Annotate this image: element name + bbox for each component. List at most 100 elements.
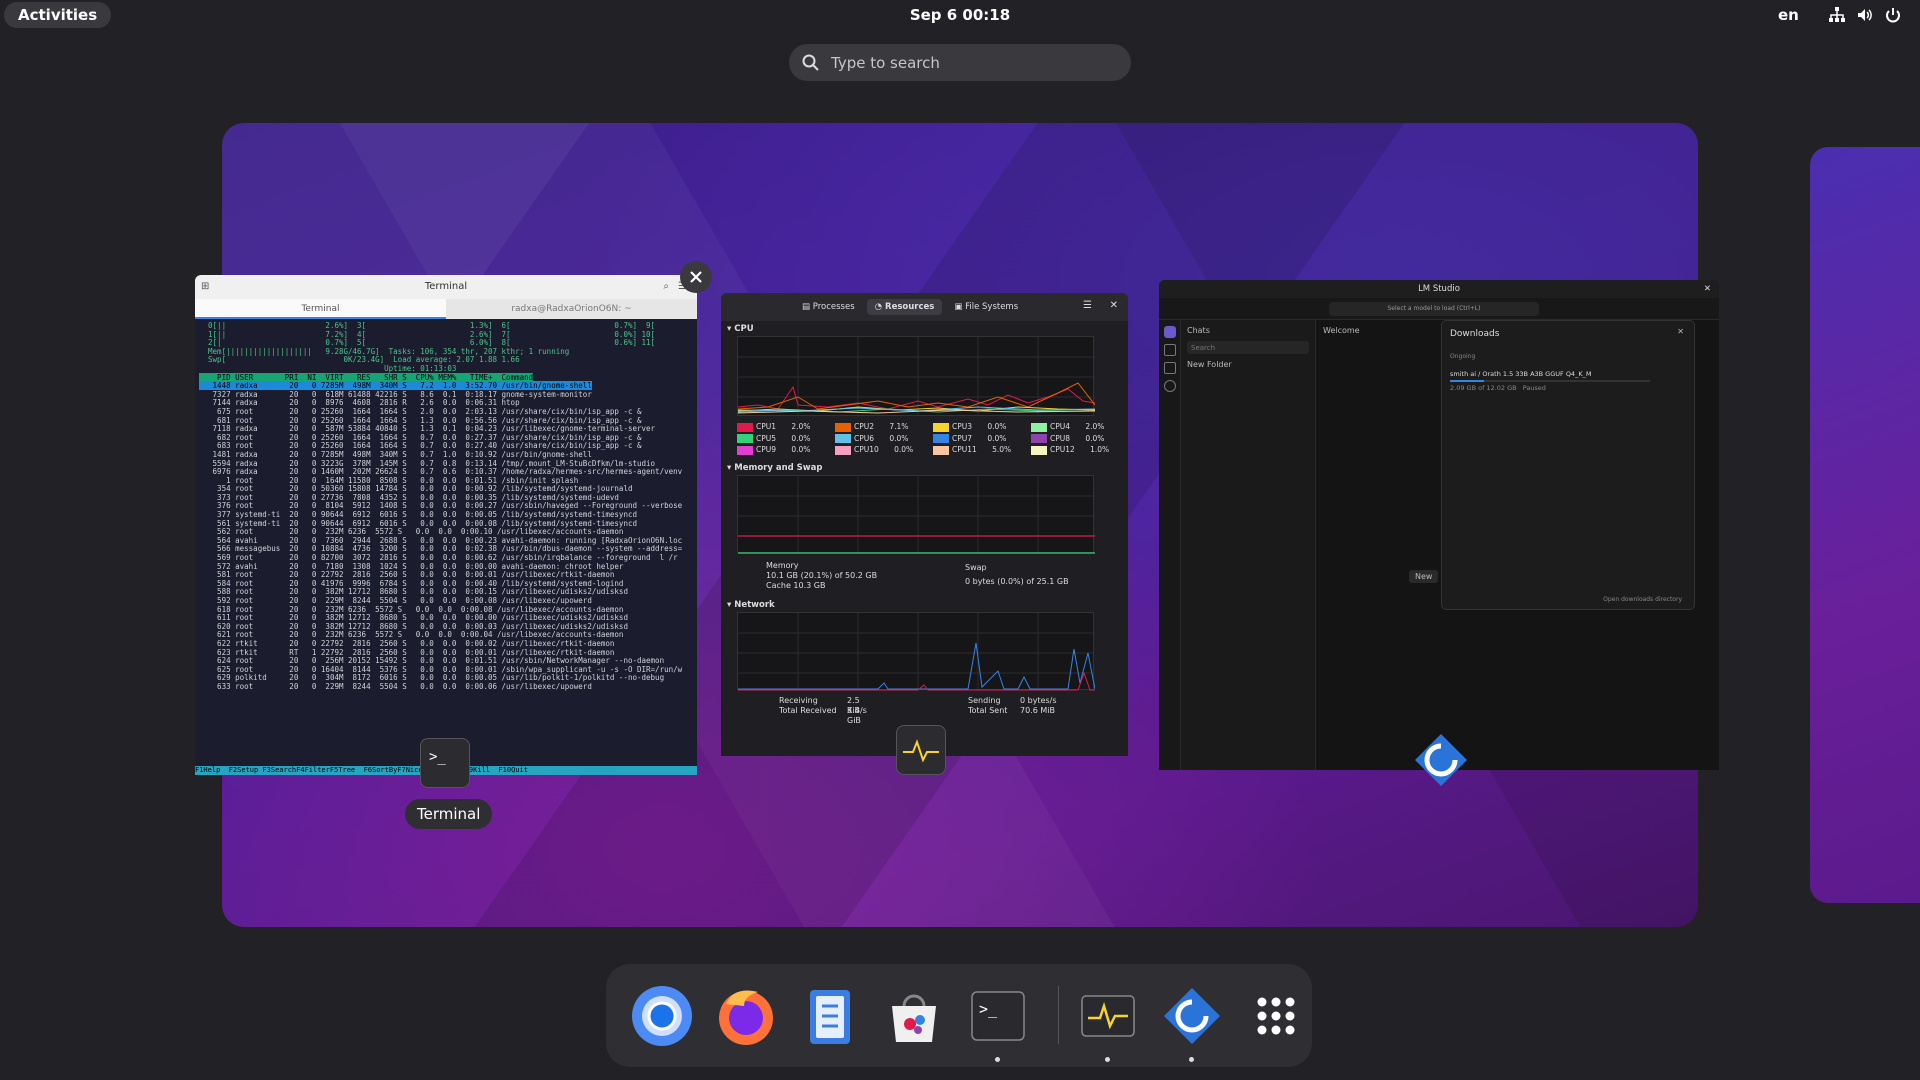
cpu-legend-item[interactable]: CPU6 0.0% bbox=[835, 434, 933, 443]
open-downloads-directory[interactable]: Open downloads directory bbox=[1603, 596, 1682, 603]
memory-section-header[interactable]: ▾ Memory and Swap bbox=[721, 463, 1128, 473]
dock-terminal[interactable]: >_ bbox=[962, 980, 1034, 1062]
dock-lm-studio[interactable] bbox=[1156, 980, 1228, 1062]
cpu-legend-item[interactable]: CPU3 0.0% bbox=[933, 422, 1031, 432]
close-icon bbox=[690, 271, 702, 283]
tab-resources[interactable]: ◔ Resources bbox=[866, 299, 943, 315]
discover-icon[interactable] bbox=[1164, 380, 1176, 392]
network-legend: Receiving 2.5 KiB/s Total Received 3.4 GiB… bbox=[721, 696, 1128, 726]
models-icon[interactable] bbox=[1164, 362, 1176, 374]
downloads-title: Downloads bbox=[1450, 329, 1500, 339]
download-status: Paused bbox=[1522, 384, 1546, 392]
tab-radxa[interactable]: radxa@RadxaOrionO6N: ~ bbox=[446, 299, 697, 319]
system-monitor-app-badge bbox=[896, 725, 946, 775]
volume-icon bbox=[1858, 9, 1872, 21]
tab-terminal[interactable]: Terminal bbox=[195, 299, 446, 319]
activities-button[interactable]: Activities bbox=[4, 2, 112, 28]
lm-studio-toolbar: Select a model to load (Ctrl+L) bbox=[1159, 298, 1719, 320]
cpu-legend-item[interactable]: CPU10 0.0% bbox=[835, 445, 933, 455]
model-selector[interactable]: Select a model to load (Ctrl+L) bbox=[1329, 302, 1539, 316]
dock-system-monitor[interactable] bbox=[1072, 980, 1144, 1062]
welcome-label: Welcome bbox=[1323, 326, 1360, 335]
menu-icon[interactable]: ☰ bbox=[1083, 300, 1092, 311]
receiving-legend[interactable]: Receiving 2.5 KiB/s Total Received 3.4 GiB bbox=[779, 696, 867, 725]
dash-dock: >_ bbox=[606, 964, 1312, 1067]
developer-icon[interactable] bbox=[1164, 344, 1176, 356]
clock-container: Sep 6 00:18 bbox=[0, 0, 1920, 30]
close-icon[interactable]: ✕ bbox=[1110, 300, 1118, 311]
search-icon[interactable]: ⌕ bbox=[663, 275, 669, 299]
dock-files[interactable] bbox=[794, 980, 866, 1052]
chats-panel: Chats New Folder bbox=[1181, 320, 1316, 770]
terminal-title: Terminal bbox=[424, 281, 468, 292]
top-bar: Activities Sep 6 00:18 en bbox=[0, 0, 1920, 30]
terminal-tabs: Terminal radxa@RadxaOrionO6N: ~ bbox=[195, 299, 697, 319]
system-monitor-window[interactable]: ▤ Processes ◔ Resources ▣ File Systems ☰… bbox=[721, 293, 1128, 756]
cpu-legend: CPU1 2.0% CPU2 7.1% CPU3 0.0% CPU4 2.0% … bbox=[737, 422, 1128, 455]
new-chat-button[interactable]: New bbox=[1409, 570, 1439, 583]
lm-studio-window[interactable]: LM Studio ✕ Select a model to load (Ctrl+… bbox=[1159, 280, 1719, 770]
app-grid-icon bbox=[1257, 997, 1295, 1035]
terminal-titlebar[interactable]: ⊞ Terminal ⌕ ☰ bbox=[195, 275, 697, 299]
cpu-legend-item[interactable]: CPU1 2.0% bbox=[737, 422, 835, 432]
cpu-section-header[interactable]: ▾ CPU bbox=[721, 324, 1128, 334]
cpu-legend-item[interactable]: CPU5 0.0% bbox=[737, 434, 835, 443]
memory-swap-legend: Memory 10.1 GB (20.1%) of 50.2 GB Cache … bbox=[721, 561, 1128, 597]
dock-separator bbox=[1058, 986, 1059, 1044]
dock-firefox[interactable] bbox=[710, 980, 782, 1052]
power-icon bbox=[1886, 8, 1900, 23]
close-icon[interactable]: ✕ bbox=[1704, 280, 1711, 298]
firefox-icon bbox=[719, 990, 773, 1045]
network-section-header[interactable]: ▾ Network bbox=[721, 600, 1128, 610]
dock-chromium[interactable] bbox=[626, 980, 698, 1052]
terminal-window[interactable]: ⊞ Terminal ⌕ ☰ Terminal radxa@RadxaOrion… bbox=[195, 275, 697, 775]
lm-studio-icon bbox=[1415, 734, 1467, 786]
new-folder-button[interactable]: New Folder bbox=[1187, 360, 1309, 369]
close-icon[interactable]: ✕ bbox=[1677, 327, 1684, 336]
workspace-thumbnail-next[interactable] bbox=[1810, 147, 1920, 903]
terminal-app-badge: >_ bbox=[420, 738, 470, 788]
tab-file-systems[interactable]: ▣ File Systems bbox=[946, 299, 1026, 315]
cpu-legend-item[interactable]: CPU11 5.0% bbox=[933, 445, 1031, 455]
cpu-legend-item[interactable]: CPU7 0.0% bbox=[933, 434, 1031, 443]
htop-output[interactable]: 0[|| 2.6%] 3[ 1.3%] 6[ 0.7%] 9[ 0.7%] 1[… bbox=[195, 319, 697, 771]
cpu-legend-item[interactable]: CPU2 7.1% bbox=[835, 422, 933, 432]
clock[interactable]: Sep 6 00:18 bbox=[910, 6, 1010, 24]
downloads-ongoing-label: Ongoing bbox=[1450, 353, 1476, 360]
lm-studio-icon bbox=[1164, 988, 1220, 1044]
dock-software[interactable] bbox=[878, 980, 950, 1052]
system-monitor-icon bbox=[903, 739, 939, 763]
sending-legend[interactable]: Sending 0 bytes/s Total Sent 70.6 MiB bbox=[968, 696, 1057, 716]
chromium-icon bbox=[632, 986, 692, 1046]
close-window-button[interactable] bbox=[680, 261, 712, 293]
terminal-icon: >_ bbox=[971, 991, 1025, 1041]
system-monitor-headerbar[interactable]: ▤ Processes ◔ Resources ▣ File Systems ☰… bbox=[721, 293, 1128, 321]
search-input[interactable] bbox=[831, 44, 1111, 81]
cpu-legend-item[interactable]: CPU4 2.0% bbox=[1031, 422, 1128, 432]
cpu-legend-item[interactable]: CPU12 1.0% bbox=[1031, 445, 1128, 455]
keyboard-layout-indicator[interactable]: en bbox=[1778, 0, 1799, 30]
swap-legend[interactable]: Swap 0 bytes (0.0%) of 25.1 GB bbox=[965, 561, 1069, 589]
system-monitor-icon bbox=[1081, 995, 1135, 1037]
lm-studio-titlebar[interactable]: LM Studio ✕ bbox=[1159, 280, 1719, 298]
lm-studio-app-badge bbox=[1413, 732, 1469, 788]
cpu-history-graph bbox=[737, 336, 1095, 417]
running-indicator bbox=[1105, 1057, 1110, 1062]
chat-icon[interactable] bbox=[1164, 326, 1176, 338]
htop-process-list[interactable]: 7327 radxa 20 0 618M 61488 42216 S 8.6 0… bbox=[199, 390, 683, 691]
running-indicator bbox=[995, 1057, 1000, 1062]
terminal-icon: >_ bbox=[429, 749, 446, 765]
dock-app-grid[interactable] bbox=[1240, 980, 1312, 1052]
system-tray[interactable] bbox=[1828, 6, 1902, 24]
svg-text:>_: >_ bbox=[979, 1000, 998, 1018]
cpu-legend-item[interactable]: CPU8 0.0% bbox=[1031, 434, 1128, 443]
overview-search[interactable] bbox=[789, 44, 1131, 81]
new-tab-icon[interactable]: ⊞ bbox=[201, 275, 209, 299]
window-caption-terminal: Terminal bbox=[405, 799, 493, 829]
download-item[interactable]: smith ai / Orath 1.5 33B A3B GGUF Q4_K_M… bbox=[1450, 370, 1686, 392]
download-name: smith ai / Orath 1.5 33B A3B GGUF Q4_K_M bbox=[1450, 370, 1592, 378]
tab-processes[interactable]: ▤ Processes bbox=[794, 299, 863, 315]
chats-search[interactable] bbox=[1187, 341, 1309, 354]
memory-legend[interactable]: Memory 10.1 GB (20.1%) of 50.2 GB Cache … bbox=[766, 561, 877, 591]
cpu-legend-item[interactable]: CPU9 0.0% bbox=[737, 445, 835, 455]
